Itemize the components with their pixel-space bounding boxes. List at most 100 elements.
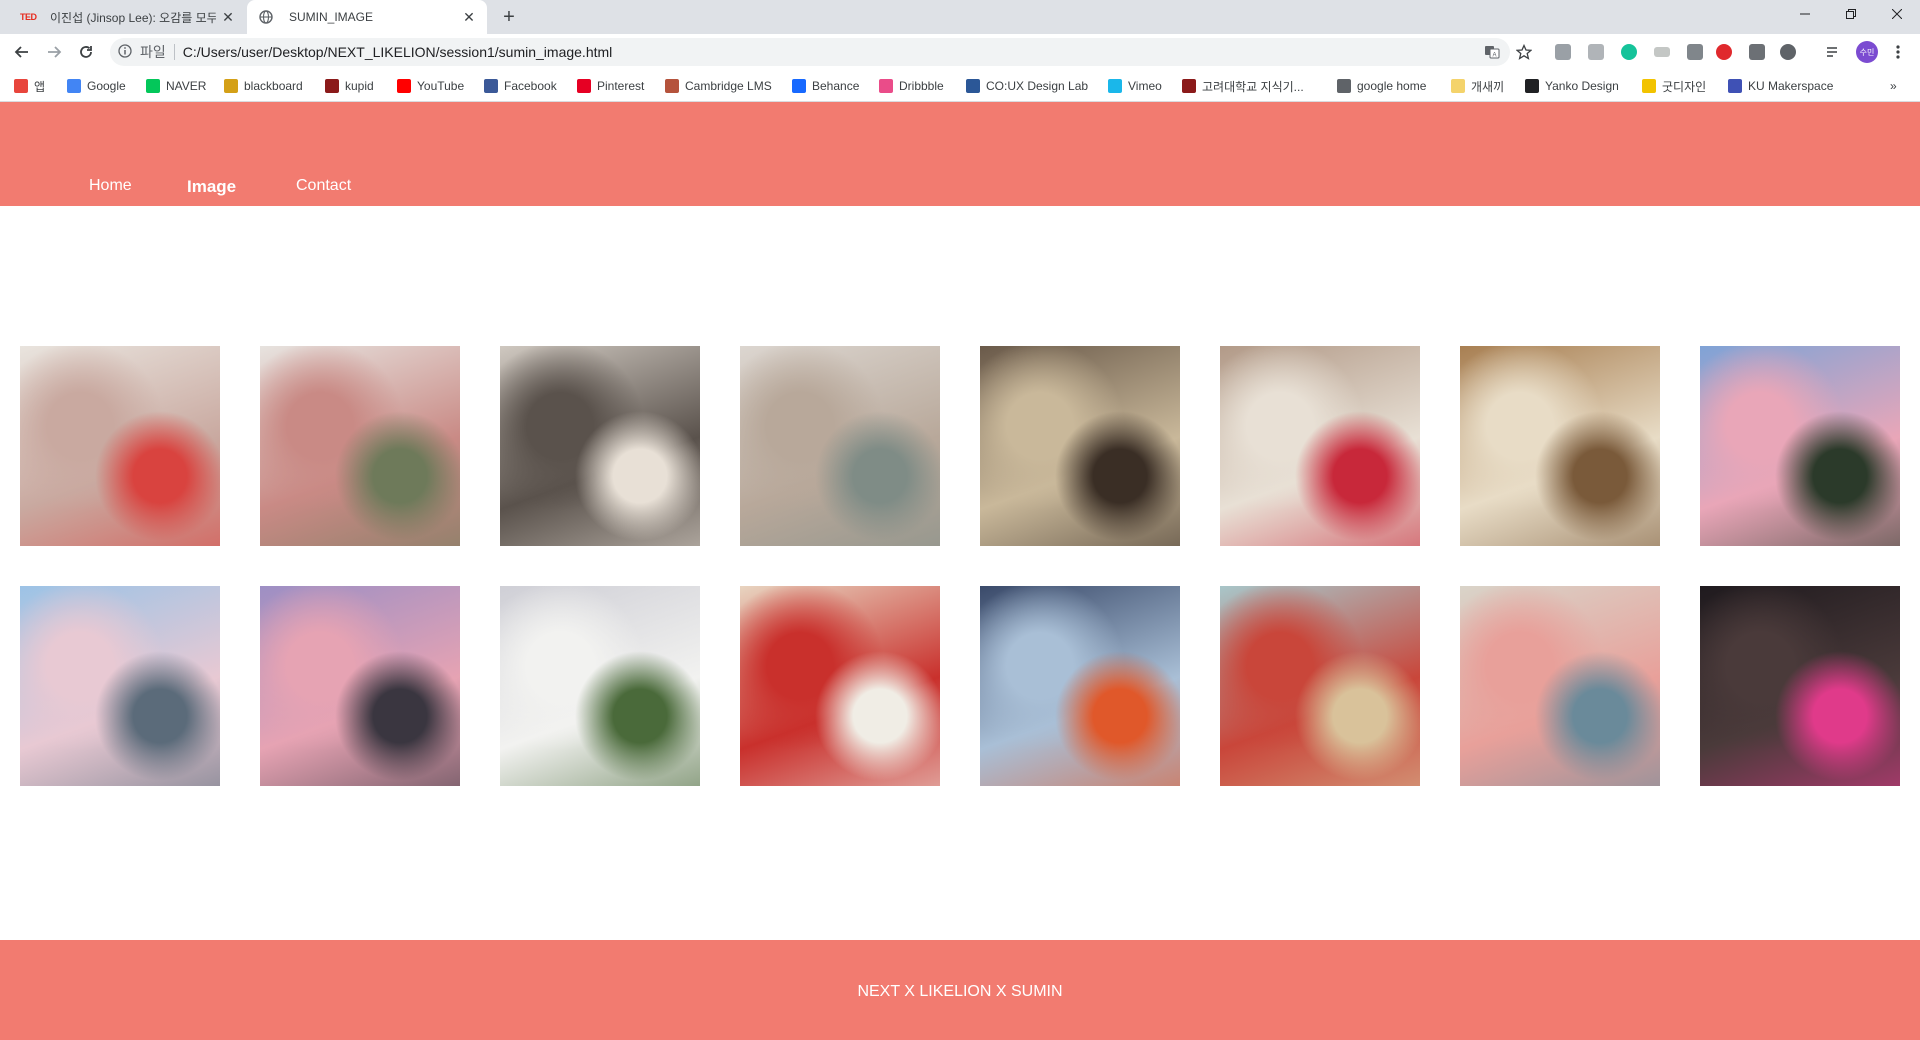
ted-logo: TED bbox=[20, 12, 37, 22]
close-tab-icon[interactable]: ✕ bbox=[457, 5, 481, 29]
info-icon[interactable] bbox=[118, 43, 134, 61]
yanko-icon bbox=[1525, 79, 1539, 93]
tab-title: SUMIN_IMAGE bbox=[289, 10, 374, 24]
opera-icon[interactable] bbox=[1716, 44, 1732, 60]
back-button[interactable] bbox=[10, 40, 34, 64]
reload-icon bbox=[80, 46, 92, 58]
bookmark-label: kupid bbox=[345, 79, 374, 93]
close-tab-icon[interactable]: ✕ bbox=[216, 5, 240, 29]
bookmark-label: 개새끼 bbox=[1471, 79, 1505, 94]
youtube-icon bbox=[397, 79, 411, 93]
bookmark-item[interactable]: CO:UX Design Lab bbox=[966, 77, 1088, 95]
site-footer: NEXT X LIKELION X SUMIN bbox=[0, 940, 1920, 1040]
globe-extension-icon[interactable] bbox=[1780, 44, 1796, 60]
apps-grid-icon bbox=[14, 79, 28, 93]
bookmark-item[interactable]: KU Makerspace bbox=[1728, 77, 1833, 95]
tab-title: 이진섭 (Jinsop Lee): 오감를 모두 bbox=[50, 10, 216, 25]
pdf-extension-icon[interactable] bbox=[1588, 44, 1604, 60]
gallery-image-dried-flowers bbox=[260, 346, 460, 546]
gallery-image-vegas-signs bbox=[1220, 586, 1420, 786]
svg-text:A: A bbox=[1492, 53, 1496, 59]
nav-link-contact[interactable]: Contact bbox=[296, 177, 351, 195]
screen-capture-icon[interactable] bbox=[1749, 44, 1765, 60]
reload-button[interactable] bbox=[74, 40, 98, 64]
bookmark-item[interactable]: google home bbox=[1337, 77, 1426, 95]
bookmark-item[interactable]: Behance bbox=[792, 77, 859, 95]
info-extension-icon[interactable] bbox=[1687, 44, 1703, 60]
bookmark-label: NAVER bbox=[166, 79, 207, 93]
address-scheme-label: 파일 bbox=[140, 44, 166, 60]
makerspace-icon bbox=[1728, 79, 1742, 93]
bookmark-item[interactable]: YouTube bbox=[397, 77, 464, 95]
good-design-icon bbox=[1642, 79, 1656, 93]
bookmark-item[interactable]: 앱 bbox=[14, 77, 45, 95]
bookmark-star-icon[interactable] bbox=[1512, 40, 1536, 64]
bookmark-label: Cambridge LMS bbox=[685, 79, 772, 93]
address-bar[interactable]: 파일 C:/Users/user/Desktop/NEXT_LIKELION/s… bbox=[110, 38, 1510, 66]
gallery-image-mirror-desk bbox=[500, 346, 700, 546]
extension-icon[interactable] bbox=[1555, 44, 1571, 60]
globe-icon bbox=[259, 10, 289, 24]
bookmark-item[interactable]: Pinterest bbox=[577, 77, 644, 95]
restore-window-button[interactable] bbox=[1828, 0, 1874, 28]
bookmark-item[interactable]: NAVER bbox=[146, 77, 206, 95]
window-extension-icon[interactable] bbox=[1654, 47, 1670, 57]
google-icon bbox=[67, 79, 81, 93]
bookmark-label: Google bbox=[87, 79, 126, 93]
nav-link-image[interactable]: Image bbox=[187, 177, 236, 197]
browser-toolbar: 파일 C:/Users/user/Desktop/NEXT_LIKELION/s… bbox=[0, 34, 1920, 70]
web-page: Home Image Contact NEXT X LIKELION X SUM… bbox=[0, 102, 1920, 1040]
bookmark-item[interactable]: Dribbble bbox=[879, 77, 944, 95]
cambridge-icon bbox=[665, 79, 679, 93]
forward-arrow-icon bbox=[48, 46, 62, 58]
bookmark-item[interactable]: Google bbox=[67, 77, 126, 95]
bookmark-item[interactable]: Facebook bbox=[484, 77, 557, 95]
bookmark-label: 고려대학교 지식기... bbox=[1202, 79, 1304, 94]
bookmark-label: Pinterest bbox=[597, 79, 645, 93]
bookmark-item[interactable]: Yanko Design bbox=[1525, 77, 1619, 95]
browser-tab-sumin-image[interactable]: SUMIN_IMAGE ✕ bbox=[247, 0, 487, 34]
menu-kebab-icon[interactable] bbox=[1886, 40, 1910, 64]
restore-icon bbox=[1846, 9, 1856, 19]
bookmark-label: Yanko Design bbox=[1545, 79, 1619, 93]
reading-list-icon[interactable] bbox=[1821, 40, 1845, 64]
forward-button[interactable] bbox=[42, 40, 66, 64]
bookmark-label: Facebook bbox=[504, 79, 557, 93]
footer-text: NEXT X LIKELION X SUMIN bbox=[857, 983, 1063, 1000]
address-url: C:/Users/user/Desktop/NEXT_LIKELION/sess… bbox=[182, 44, 613, 60]
minimize-window-button[interactable] bbox=[1782, 0, 1828, 28]
site-header: Home Image Contact bbox=[0, 102, 1920, 206]
nav-link-home[interactable]: Home bbox=[89, 177, 132, 195]
grammarly-icon[interactable] bbox=[1621, 44, 1637, 60]
behance-icon bbox=[792, 79, 806, 93]
bookmark-label: Vimeo bbox=[1128, 79, 1162, 93]
gallery-image-round-table bbox=[980, 346, 1180, 546]
coux-icon bbox=[966, 79, 980, 93]
profile-avatar[interactable]: 수민 bbox=[1856, 41, 1878, 63]
bookmark-item[interactable]: 고려대학교 지식기... bbox=[1182, 77, 1304, 95]
gallery-image-wall-photos bbox=[740, 346, 940, 546]
bookmarks-bar: 앱 Google NAVER blackboard kupid YouTube Facebo… bbox=[0, 70, 1920, 102]
bookmark-item[interactable]: 굿디자인 bbox=[1642, 77, 1706, 95]
bookmark-item[interactable]: blackboard bbox=[224, 77, 303, 95]
gallery-image-moon-sky bbox=[20, 586, 220, 786]
close-window-button[interactable] bbox=[1874, 0, 1920, 28]
bookmark-item[interactable]: Cambridge LMS bbox=[665, 77, 772, 95]
gallery-image-pink-sky-wires bbox=[1700, 346, 1900, 546]
gallery-image-mountain-sunset bbox=[260, 586, 460, 786]
bookmarks-overflow-icon[interactable]: » bbox=[1890, 77, 1897, 95]
vimeo-icon bbox=[1108, 79, 1122, 93]
bookmark-item[interactable]: kupid bbox=[325, 77, 374, 95]
blackboard-icon bbox=[224, 79, 238, 93]
close-icon bbox=[1892, 9, 1902, 19]
bookmark-item[interactable]: 개새끼 bbox=[1451, 77, 1504, 95]
google-home-icon bbox=[1337, 79, 1351, 93]
naver-icon bbox=[146, 79, 160, 93]
new-tab-button[interactable]: + bbox=[497, 5, 521, 29]
browser-tab-ted[interactable]: TED 이진섭 (Jinsop Lee): 오감를 모두 ✕ bbox=[8, 0, 246, 34]
translate-icon[interactable]: A bbox=[1480, 40, 1504, 64]
bookmark-label: CO:UX Design Lab bbox=[986, 79, 1089, 93]
bookmark-label: Behance bbox=[812, 79, 860, 93]
bookmark-label: 앱 bbox=[34, 79, 46, 94]
bookmark-item[interactable]: Vimeo bbox=[1108, 77, 1162, 95]
